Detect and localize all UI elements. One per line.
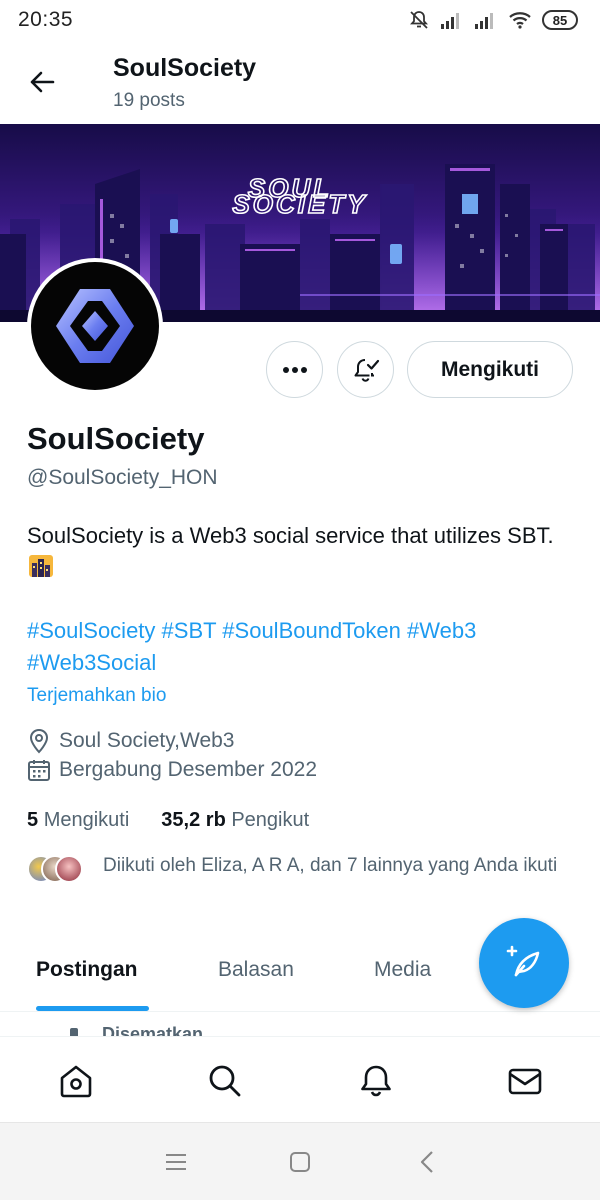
tab-media[interactable]: Media xyxy=(374,958,431,982)
profile-handle: @SoulSociety_HON xyxy=(27,466,218,489)
bio-hashtags: #SoulSociety #SBT #SoulBoundToken #Web3 … xyxy=(27,615,567,679)
system-back-button[interactable] xyxy=(414,1149,440,1175)
status-icons: 85 xyxy=(408,9,578,31)
translate-bio-link[interactable]: Terjemahkan bio xyxy=(27,685,166,707)
more-horizontal-icon xyxy=(282,366,307,373)
hashtag-link[interactable]: #SoulSociety xyxy=(27,618,155,643)
active-tab-indicator xyxy=(36,1006,149,1011)
profile-location: Soul Society,Web3 xyxy=(27,728,235,754)
mail-icon xyxy=(508,1068,542,1095)
profile-bio: SoulSociety is a Web3 social service tha… xyxy=(27,520,567,582)
nav-home-button[interactable] xyxy=(56,1061,96,1101)
signal-icon-2 xyxy=(474,10,498,30)
banner-logo-line2: SOCIETY xyxy=(232,189,367,219)
bell-icon xyxy=(361,1065,391,1097)
soulsociety-logo-icon xyxy=(31,262,159,390)
bottom-navigation xyxy=(0,1036,600,1122)
nav-messages-button[interactable] xyxy=(505,1061,545,1101)
location-pin-icon xyxy=(29,728,49,754)
search-icon xyxy=(209,1065,241,1097)
compose-button[interactable] xyxy=(479,918,569,1008)
header-profile-name: SoulSociety xyxy=(113,54,257,82)
following-button[interactable]: Mengikuti xyxy=(407,341,573,398)
battery-indicator: 85 xyxy=(542,10,578,30)
status-bar: 20:35 85 xyxy=(0,0,600,40)
location-text: Soul Society,Web3 xyxy=(59,729,235,752)
back-button[interactable] xyxy=(22,62,62,102)
status-time: 20:35 xyxy=(18,8,74,31)
bio-text: SoulSociety is a Web3 social service tha… xyxy=(27,523,554,548)
square-icon xyxy=(290,1152,310,1172)
profile-join-date: Bergabung Desember 2022 xyxy=(27,758,317,782)
notifications-button[interactable] xyxy=(337,341,394,398)
more-options-button[interactable] xyxy=(266,341,323,398)
header-post-count: 19 posts xyxy=(113,90,185,111)
profile-name: SoulSociety xyxy=(27,421,205,456)
home-icon xyxy=(60,1065,92,1098)
follow-stats: 5 Mengikuti 35,2 rb Pengikut xyxy=(27,809,309,832)
nav-search-button[interactable] xyxy=(205,1061,245,1101)
system-navigation-bar xyxy=(0,1122,600,1200)
feather-plus-icon xyxy=(506,945,540,977)
menu-lines-icon xyxy=(166,1154,186,1170)
city-night-emoji-icon xyxy=(29,554,53,577)
following-count: 5 xyxy=(27,809,39,831)
followers-you-know[interactable]: Diikuti oleh Eliza, A R A, dan 7 lainnya… xyxy=(27,853,567,887)
signal-icon-1 xyxy=(440,10,464,30)
profile-header: SoulSociety 19 posts xyxy=(0,40,600,124)
following-stat[interactable]: 5 Mengikuti xyxy=(27,809,129,832)
tab-balasan[interactable]: Balasan xyxy=(218,958,294,982)
bell-check-icon xyxy=(354,358,379,382)
hashtag-link[interactable]: #SBT xyxy=(162,618,217,643)
followers-you-know-text: Diikuti oleh Eliza, A R A, dan 7 lainnya… xyxy=(103,855,558,876)
hashtag-link[interactable]: #Web3 xyxy=(407,618,476,643)
chevron-left-icon xyxy=(420,1151,433,1173)
mutual-avatars xyxy=(27,855,87,887)
avatar[interactable] xyxy=(27,258,163,394)
arrow-left-icon xyxy=(30,71,55,93)
followers-stat[interactable]: 35,2 rb Pengikut xyxy=(161,809,309,832)
system-menu-button[interactable] xyxy=(163,1149,189,1175)
calendar-icon xyxy=(28,760,50,781)
system-home-button[interactable] xyxy=(287,1149,313,1175)
tab-postingan[interactable]: Postingan xyxy=(36,958,138,982)
followers-count: 35,2 rb xyxy=(161,809,226,831)
following-label: Mengikuti xyxy=(43,809,130,831)
mute-icon xyxy=(408,9,430,31)
followers-label: Pengikut xyxy=(231,809,310,831)
hashtag-link[interactable]: #Web3Social xyxy=(27,650,156,675)
nav-notifications-button[interactable] xyxy=(356,1061,396,1101)
wifi-icon xyxy=(508,10,532,30)
join-date-text: Bergabung Desember 2022 xyxy=(59,758,318,781)
mutual-avatar xyxy=(55,855,83,883)
hashtag-link[interactable]: #SoulBoundToken xyxy=(222,618,401,643)
